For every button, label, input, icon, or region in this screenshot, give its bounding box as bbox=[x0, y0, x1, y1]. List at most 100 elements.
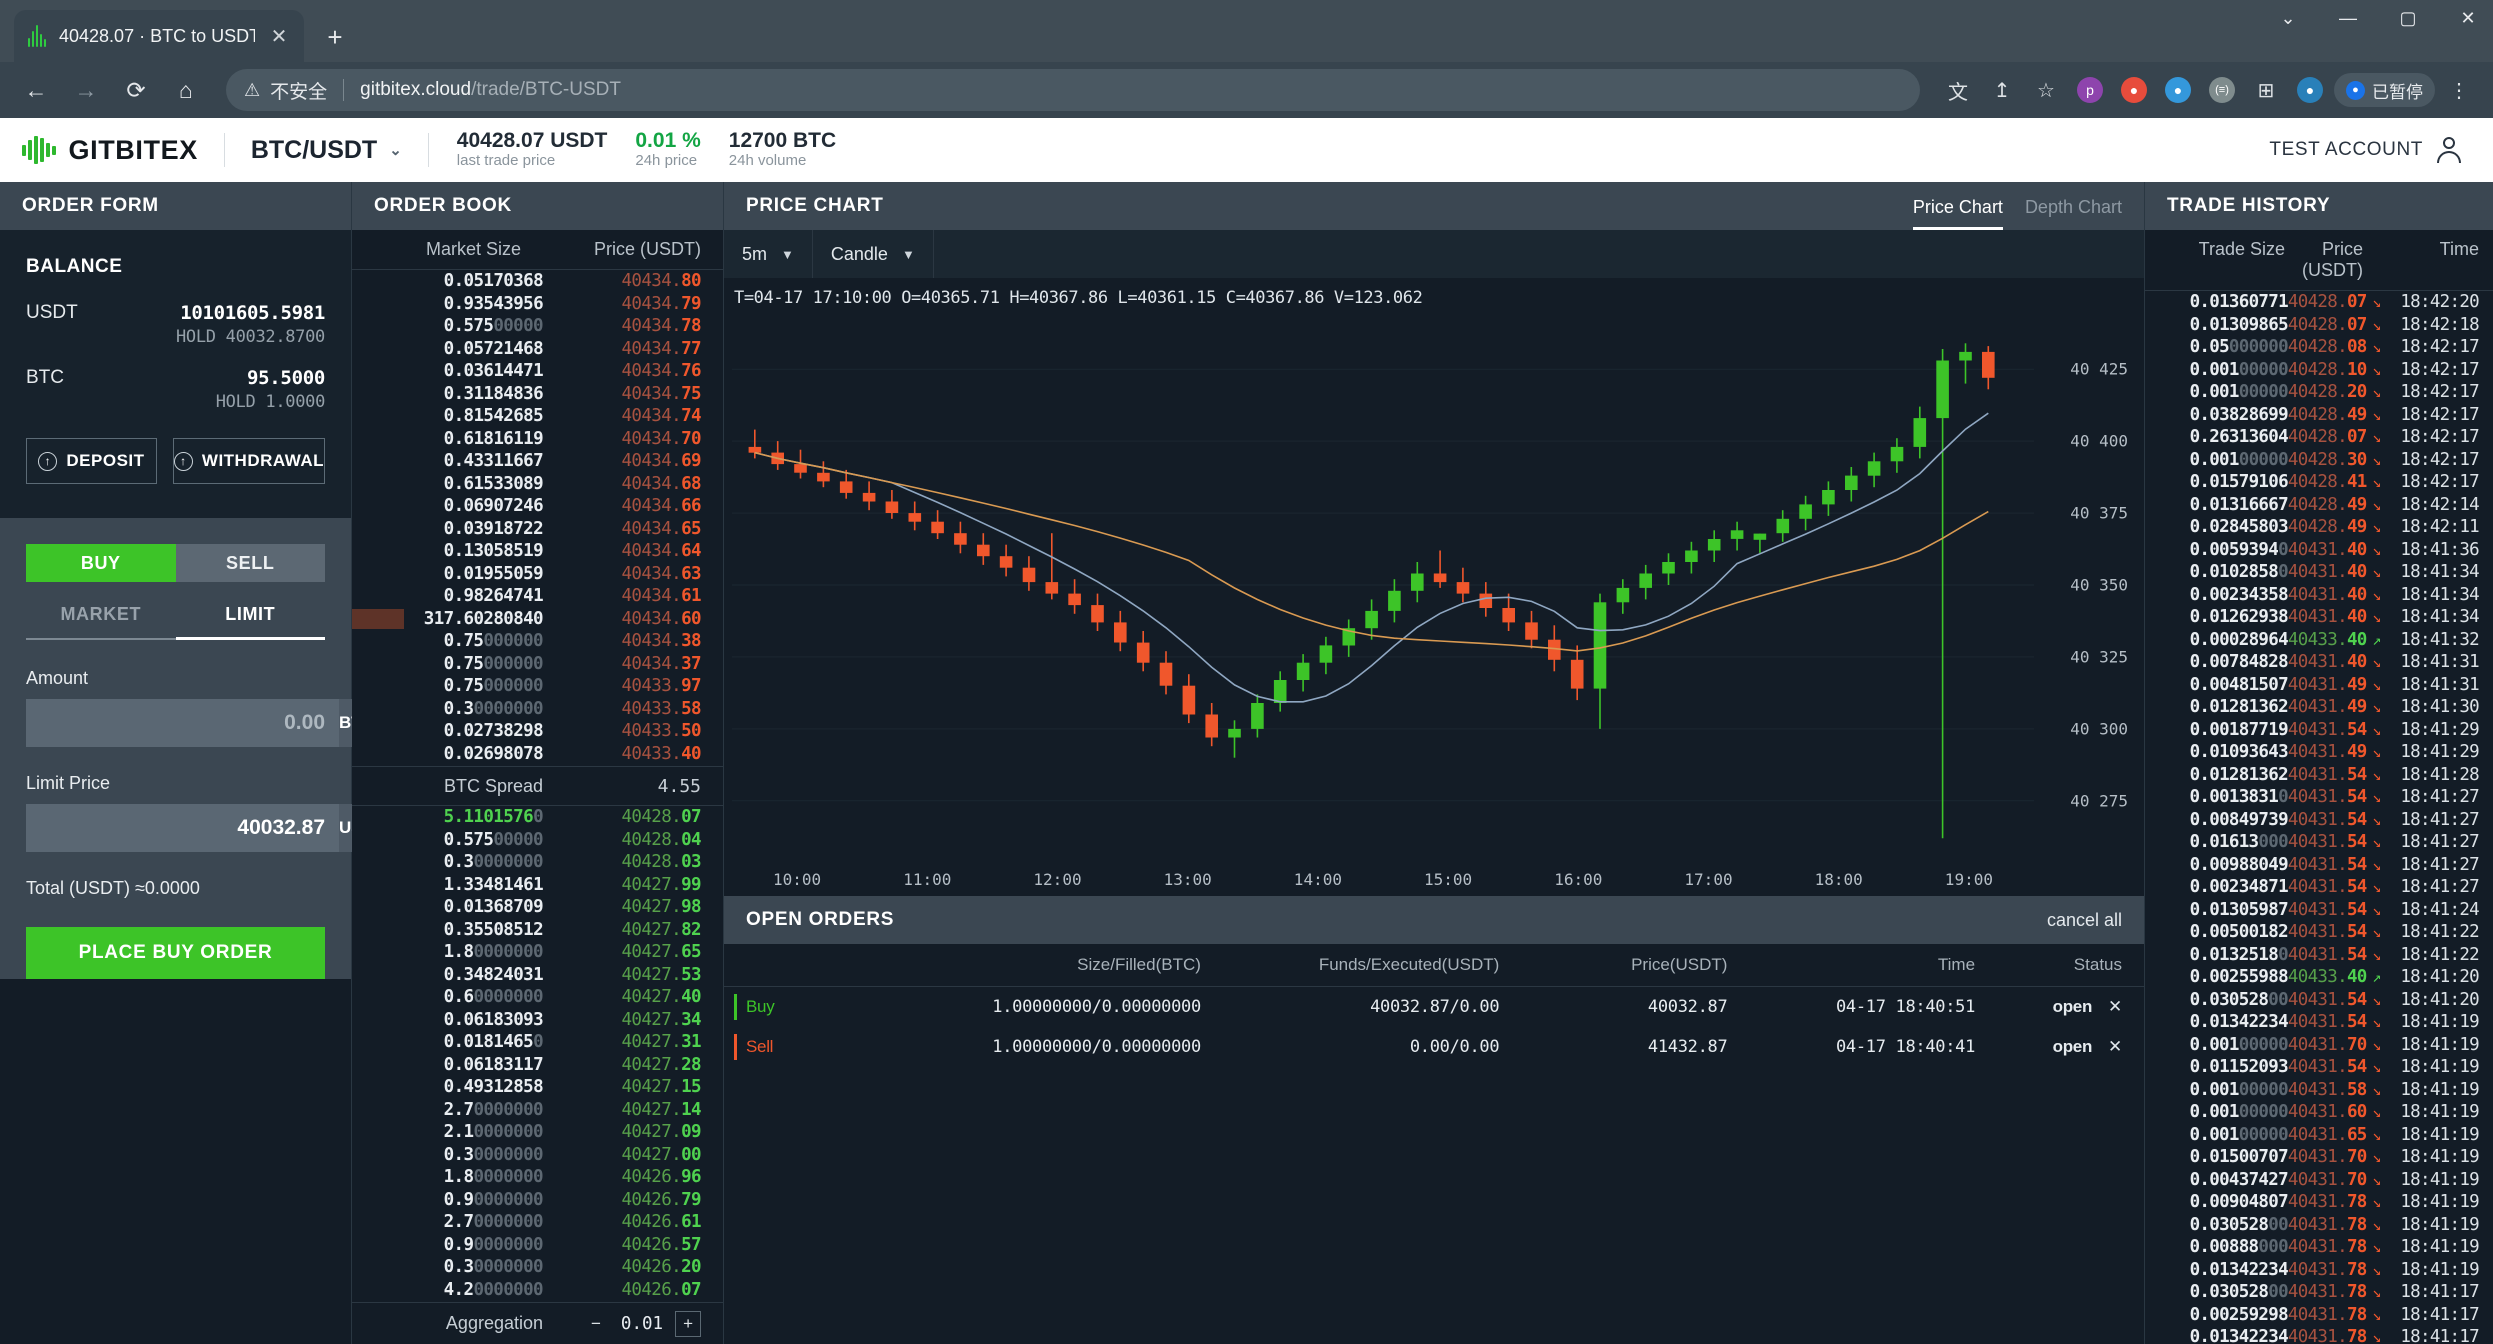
order-book-row[interactable]: 0.34824031 40427.53 bbox=[352, 964, 723, 987]
order-book-row[interactable]: 0.05170368 40434.80 bbox=[352, 270, 723, 293]
order-book-row[interactable]: 0.81542685 40434.74 bbox=[352, 405, 723, 428]
cancel-order-icon[interactable]: ✕ bbox=[2108, 1037, 2122, 1056]
order-book-row[interactable]: 0.31184836 40434.75 bbox=[352, 383, 723, 406]
row-size: 2.10000000 bbox=[443, 1122, 544, 1143]
order-book-row[interactable]: 0.30000000 40428.03 bbox=[352, 851, 723, 874]
brand-logo[interactable]: GITBITEX bbox=[22, 135, 224, 166]
order-book-row[interactable]: 2.70000000 40427.14 bbox=[352, 1099, 723, 1122]
maximize-button[interactable]: ▢ bbox=[2393, 8, 2423, 29]
open-order-row[interactable]: Sell 1.00000000/0.00000000 0.00/0.00 41432.… bbox=[724, 1027, 2144, 1067]
order-book-row[interactable]: 0.0093353540425.84 bbox=[352, 1301, 723, 1302]
order-book-row[interactable]: 0.93543956 40434.79 bbox=[352, 293, 723, 316]
chevron-down-icon[interactable]: ⌄ bbox=[2273, 8, 2303, 29]
address-bar[interactable]: ⚠ 不安全 gitbitex.cloud/trade/BTC-USDT bbox=[226, 69, 1920, 111]
order-book-row[interactable]: 1.33481461 40427.99 bbox=[352, 874, 723, 897]
order-book-row[interactable]: 0.06183093 40427.34 bbox=[352, 1009, 723, 1032]
interval-select[interactable]: 5m ▼ bbox=[724, 230, 813, 278]
close-icon[interactable]: ✕ bbox=[266, 23, 292, 49]
order-book-row[interactable]: 0.35508512 40427.82 bbox=[352, 919, 723, 942]
order-book-row[interactable]: 0.01368709 40427.98 bbox=[352, 896, 723, 919]
order-book-row[interactable]: 0.61816119 40434.70 bbox=[352, 428, 723, 451]
home-icon[interactable]: ⌂ bbox=[164, 68, 208, 112]
order-book-row[interactable]: 0.90000000 40426.57 bbox=[352, 1234, 723, 1257]
bids-scroll[interactable]: 5.11015760 40428.07 0.57500000 40428.04 0.30… bbox=[352, 806, 723, 1302]
order-book-row[interactable]: 0.43311667 40434.69 bbox=[352, 450, 723, 473]
order-book-row[interactable]: 0.02698078 40433.40 bbox=[352, 743, 723, 766]
order-book-row[interactable]: 0.90000000 40426.79 bbox=[352, 1189, 723, 1212]
open-orders-body: Size/Filled(BTC) Funds/Executed(USDT) Pr… bbox=[724, 944, 2144, 1344]
order-book-row[interactable]: 0.06907246 40434.66 bbox=[352, 495, 723, 518]
cancel-order-icon[interactable]: ✕ bbox=[2108, 997, 2122, 1016]
order-book-row[interactable]: 0.06183117 40427.28 bbox=[352, 1054, 723, 1077]
person-icon[interactable] bbox=[2435, 136, 2463, 164]
menu-icon[interactable]: ⋮ bbox=[2439, 70, 2479, 110]
reload-icon[interactable]: ⟳ bbox=[114, 68, 158, 112]
tab-limit[interactable]: LIMIT bbox=[175, 604, 325, 640]
aggregation-increase-button[interactable]: + bbox=[675, 1310, 701, 1337]
open-order-row[interactable]: Buy 1.00000000/0.00000000 40032.87/0.00 400… bbox=[724, 987, 2144, 1028]
aggregation-decrease-button[interactable]: − bbox=[583, 1311, 609, 1337]
order-book-row[interactable]: 0.30000000 40427.00 bbox=[352, 1144, 723, 1167]
order-book-row[interactable]: 0.49312858 40427.15 bbox=[352, 1076, 723, 1099]
extension-blue-icon[interactable]: ● bbox=[2158, 70, 2198, 110]
order-book-row[interactable]: 0.30000000 40433.58 bbox=[352, 698, 723, 721]
window-close-button[interactable]: ✕ bbox=[2453, 8, 2483, 29]
order-book-row[interactable]: 5.11015760 40428.07 bbox=[352, 806, 723, 829]
profile-avatar-icon[interactable]: ● bbox=[2290, 70, 2330, 110]
order-book-row[interactable]: 0.75000000 40433.97 bbox=[352, 675, 723, 698]
back-icon[interactable]: ← bbox=[14, 68, 58, 112]
share-icon[interactable]: ↥ bbox=[1982, 70, 2022, 110]
asks-scroll[interactable]: 0.05170368 40434.80 0.93543956 40434.79 0.57… bbox=[352, 270, 723, 766]
order-book-row[interactable]: 0.75000000 40434.37 bbox=[352, 653, 723, 676]
extension-purple-icon[interactable]: p bbox=[2070, 70, 2110, 110]
order-book-row[interactable]: 0.57500000 40434.78 bbox=[352, 315, 723, 338]
browser-tab[interactable]: 40428.07 · BTC to USDT ✕ bbox=[14, 10, 304, 62]
order-book-row[interactable]: 0.98264741 40434.61 bbox=[352, 585, 723, 608]
tab-depth-chart[interactable]: Depth Chart bbox=[2025, 197, 2122, 230]
extensions-puzzle-icon[interactable]: ⊞ bbox=[2246, 70, 2286, 110]
order-book-row[interactable]: 2.70000000 40426.61 bbox=[352, 1211, 723, 1234]
order-book-row[interactable]: 0.6000000040432.62 bbox=[352, 765, 723, 766]
order-book-row[interactable]: 0.03918722 40434.65 bbox=[352, 518, 723, 541]
deposit-button[interactable]: ↑ DEPOSIT bbox=[26, 438, 157, 484]
order-book-row[interactable]: 0.75000000 40434.38 bbox=[352, 630, 723, 653]
new-tab-button[interactable]: + bbox=[314, 16, 356, 58]
tab-price-chart[interactable]: Price Chart bbox=[1912, 197, 2003, 230]
minimize-button[interactable]: — bbox=[2333, 8, 2363, 29]
buy-tab[interactable]: BUY bbox=[26, 544, 176, 582]
order-book-row[interactable]: 317.60280840 40434.60 bbox=[352, 608, 723, 631]
extension-gray-icon[interactable]: (≡) bbox=[2202, 70, 2242, 110]
order-book-row[interactable]: 0.61533089 40434.68 bbox=[352, 473, 723, 496]
order-book-row[interactable]: 0.30000000 40426.20 bbox=[352, 1256, 723, 1279]
order-book-row[interactable]: 0.60000000 40427.40 bbox=[352, 986, 723, 1009]
limit-price-input[interactable] bbox=[26, 804, 339, 852]
extension-red-icon[interactable]: ● bbox=[2114, 70, 2154, 110]
tab-market[interactable]: MARKET bbox=[26, 604, 176, 640]
forward-icon[interactable]: → bbox=[64, 68, 108, 112]
order-book-row[interactable]: 0.01814650 40427.31 bbox=[352, 1031, 723, 1054]
panel-title: ORDER FORM bbox=[22, 195, 159, 216]
withdrawal-button[interactable]: ↑ WITHDRAWAL bbox=[172, 438, 325, 484]
order-book-row[interactable]: 1.80000000 40426.96 bbox=[352, 1166, 723, 1189]
order-book-row[interactable]: 0.13058519 40434.64 bbox=[352, 540, 723, 563]
account-area[interactable]: TEST ACCOUNT bbox=[2269, 136, 2471, 164]
translate-icon[interactable]: 文 bbox=[1938, 70, 1978, 110]
order-book-row[interactable]: 0.01955059 40434.63 bbox=[352, 563, 723, 586]
order-book-row[interactable]: 0.57500000 40428.04 bbox=[352, 829, 723, 852]
amount-input[interactable] bbox=[26, 699, 339, 747]
candlestick-chart[interactable]: T=04-17 17:10:00 O=40365.71 H=40367.86 L… bbox=[724, 278, 2144, 896]
order-book-row[interactable]: 1.80000000 40427.65 bbox=[352, 941, 723, 964]
cancel-all-button[interactable]: cancel all bbox=[2047, 910, 2122, 931]
order-book-row[interactable]: 0.03614471 40434.76 bbox=[352, 360, 723, 383]
order-book-row[interactable]: 4.20000000 40426.07 bbox=[352, 1279, 723, 1302]
sell-tab[interactable]: SELL bbox=[175, 544, 325, 582]
trade-history-scroll[interactable]: 0.01360771 40428.07 ↘ 18:42:20 0.01309865 404… bbox=[2145, 291, 2493, 1344]
bookmark-star-icon[interactable]: ☆ bbox=[2026, 70, 2066, 110]
order-book-row[interactable]: 2.10000000 40427.09 bbox=[352, 1121, 723, 1144]
paused-badge[interactable]: ● 已暂停 bbox=[2334, 73, 2435, 107]
chart-type-select[interactable]: Candle ▼ bbox=[813, 230, 934, 278]
order-book-row[interactable]: 0.05721468 40434.77 bbox=[352, 338, 723, 361]
order-book-row[interactable]: 0.02738298 40433.50 bbox=[352, 720, 723, 743]
market-pair-selector[interactable]: BTC/USDT ⌄ bbox=[225, 136, 428, 165]
place-buy-order-button[interactable]: PLACE BUY ORDER bbox=[26, 927, 325, 979]
